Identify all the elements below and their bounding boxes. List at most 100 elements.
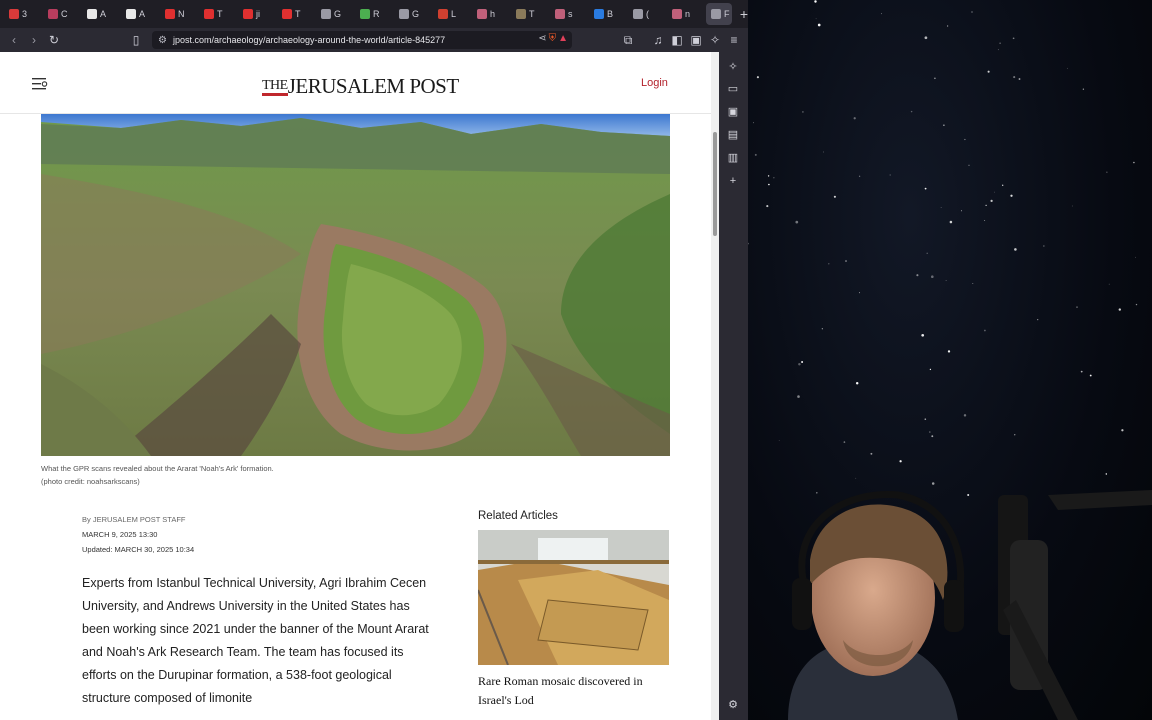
forward-button[interactable]: › <box>24 30 44 50</box>
wallet-sidebar-icon[interactable]: ▣ <box>726 105 740 119</box>
hero-image <box>41 114 670 456</box>
add-sidebar-icon[interactable]: + <box>726 174 740 188</box>
browser-tab[interactable]: n <box>667 3 704 25</box>
tab-label: A <box>139 9 146 19</box>
browser-tab[interactable]: G <box>316 3 353 25</box>
sidebar-toggle-icon[interactable]: ◧ <box>667 30 687 50</box>
url-actions: ⋖ ⛨ ▲ <box>538 33 568 44</box>
tab-label: G <box>412 9 420 19</box>
leo-sidebar-icon[interactable]: ✧ <box>726 60 740 74</box>
tab-favicon <box>672 9 682 19</box>
photo-credit: (photo credit: noahsarkscans) <box>41 477 140 486</box>
tab-label: 3 <box>22 9 28 19</box>
tab-label: G <box>334 9 342 19</box>
tab-favicon <box>321 9 331 19</box>
tab-label: s <box>568 9 573 19</box>
main-menu-icon[interactable]: ≡ <box>724 30 744 50</box>
related-heading: Related Articles <box>478 510 558 522</box>
menu-icon[interactable] <box>32 78 48 90</box>
tab-favicon <box>438 9 448 19</box>
browser-tab[interactable]: ji <box>238 3 275 25</box>
tab-label: h <box>490 9 496 19</box>
reading-list-icon[interactable]: ▭ <box>726 82 740 96</box>
author[interactable]: By JERUSALEM POST STAFF <box>82 512 194 527</box>
tab-label: B <box>607 9 614 19</box>
browser-window: 3 C A A N Tji T G R G Lh Ts B ( n F ✕ + ‹ › ↻ ▯ ⚙ jpos… <box>0 0 748 720</box>
tab-favicon <box>477 9 487 19</box>
tab-favicon <box>243 9 253 19</box>
browser-tab[interactable]: s <box>550 3 587 25</box>
browser-tab[interactable]: T <box>511 3 548 25</box>
caption-text: What the GPR scans revealed about the Ar… <box>41 464 274 473</box>
web-page: THEJERUSALEM POST Login What the GPR sca… <box>0 52 711 720</box>
browser-tab[interactable]: B <box>589 3 626 25</box>
tab-favicon <box>399 9 409 19</box>
browser-tab[interactable]: h <box>472 3 509 25</box>
tab-label: T <box>217 9 223 19</box>
tabs: 3 C A A N Tji T G R G Lh Ts B ( n <box>4 3 706 25</box>
updated-date: Updated: MARCH 30, 2025 10:34 <box>82 545 195 554</box>
tab-label: C <box>61 9 68 19</box>
logo-text: JERUSALEM POST <box>287 74 459 98</box>
tab-label: L <box>451 9 457 19</box>
tab-label: N <box>178 9 185 19</box>
site-logo[interactable]: THEJERUSALEM POST <box>262 74 459 99</box>
tab-label: ( <box>646 9 649 19</box>
browser-tab[interactable]: A <box>82 3 119 25</box>
tab-favicon <box>711 9 721 19</box>
tab-label: T <box>295 9 301 19</box>
tab-favicon <box>594 9 604 19</box>
brave-shield-icon[interactable]: ⛨ <box>549 33 557 44</box>
browser-tab[interactable]: T <box>277 3 314 25</box>
tab-label: A <box>100 9 107 19</box>
related-article-title[interactable]: Rare Roman mosaic discovered in Israel's… <box>478 672 670 710</box>
tab-label: n <box>685 9 691 19</box>
browser-tab[interactable]: ( <box>628 3 665 25</box>
tab-favicon <box>282 9 292 19</box>
leo-ai-icon[interactable]: ✧ <box>705 30 725 50</box>
active-tab[interactable]: F ✕ <box>706 3 732 25</box>
back-button[interactable]: ‹ <box>4 30 24 50</box>
webcam-overlay <box>788 490 1152 720</box>
image-caption: What the GPR scans revealed about the Ar… <box>41 462 441 488</box>
browser-tab[interactable]: T <box>199 3 236 25</box>
tab-favicon <box>165 9 175 19</box>
navigation-toolbar: ‹ › ↻ ▯ ⚙ jpost.com/archaeology/archaeol… <box>0 28 748 52</box>
browser-tab[interactable]: 3 <box>4 3 41 25</box>
tab-favicon <box>204 9 214 19</box>
site-info-icon[interactable]: ⚙ <box>158 35 167 46</box>
browser-tab[interactable]: R <box>355 3 392 25</box>
browser-tab[interactable]: N <box>160 3 197 25</box>
wallet-icon[interactable]: ▣ <box>686 30 706 50</box>
tab-favicon <box>360 9 370 19</box>
new-tab-button[interactable]: + <box>740 3 748 25</box>
scrollbar-thumb[interactable] <box>713 132 717 236</box>
publish-date: MARCH 9, 2025 13:30 <box>82 530 158 539</box>
active-tab-label: F <box>724 9 730 19</box>
bookmarks-sidebar-icon[interactable]: ▤ <box>726 128 740 142</box>
tab-preview-icon[interactable]: ⧉ <box>618 30 638 50</box>
share-icon[interactable]: ⋖ <box>538 33 546 44</box>
ararat-formation-photo <box>41 114 670 456</box>
mosaic-photo <box>478 530 669 665</box>
address-bar[interactable]: ⚙ jpost.com/archaeology/archaeology-arou… <box>152 31 572 49</box>
music-icon[interactable]: ♫ <box>648 30 668 50</box>
browser-tab[interactable]: L <box>433 3 470 25</box>
url-text: jpost.com/archaeology/archaeology-around… <box>172 35 446 45</box>
browser-tab[interactable]: A <box>121 3 158 25</box>
rewards-icon[interactable]: ▲ <box>558 33 568 44</box>
article-byline: By JERUSALEM POST STAFF MARCH 9, 2025 13… <box>82 512 194 557</box>
sidebar-settings-icon[interactable]: ⚙ <box>726 698 740 712</box>
tab-favicon <box>87 9 97 19</box>
browser-tab[interactable]: G <box>394 3 431 25</box>
reload-button[interactable]: ↻ <box>44 30 64 50</box>
related-thumbnail[interactable] <box>478 530 669 665</box>
desktop-background <box>748 0 1152 720</box>
history-sidebar-icon[interactable]: ▥ <box>726 151 740 165</box>
site-header: THEJERUSALEM POST Login <box>0 52 711 114</box>
related-articles: Related Articles Rare Roman mosaic disco… <box>478 510 670 710</box>
bookmark-icon[interactable]: ▯ <box>126 30 146 50</box>
login-link[interactable]: Login <box>641 77 668 89</box>
page-scrollbar[interactable] <box>711 52 719 720</box>
browser-tab[interactable]: C <box>43 3 80 25</box>
